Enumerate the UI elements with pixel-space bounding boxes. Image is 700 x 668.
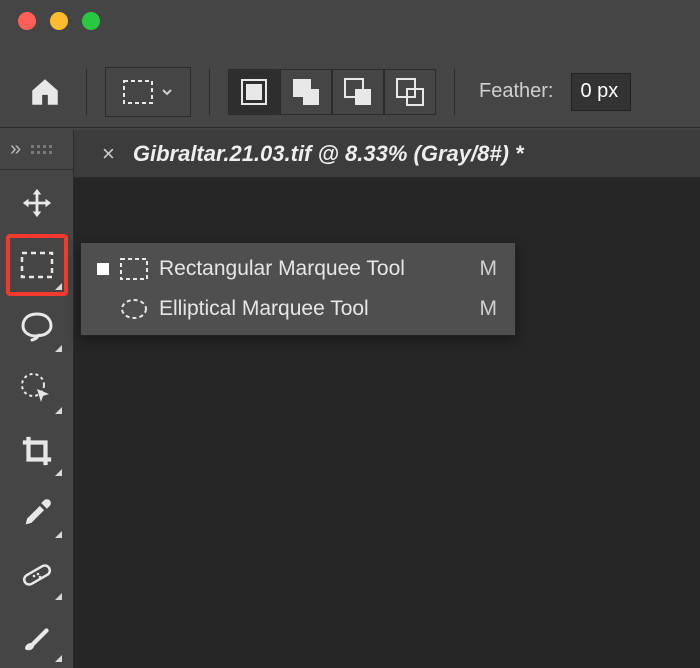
- flyout-indicator-icon: [55, 345, 62, 352]
- flyout-item-shortcut: M: [477, 257, 497, 281]
- dashed-rect-icon: [20, 251, 54, 279]
- active-indicator-icon: [97, 263, 109, 275]
- feather-value: 0 px: [580, 80, 618, 103]
- feather-input[interactable]: 0 px: [571, 73, 631, 111]
- flyout-indicator-icon: [55, 469, 62, 476]
- chevron-down-icon: [161, 86, 173, 98]
- eyedropper-icon: [20, 496, 54, 530]
- home-icon: [28, 75, 62, 109]
- flyout-indicator-icon: [55, 655, 62, 662]
- brush-icon: [19, 619, 55, 655]
- dashed-rect-icon: [123, 80, 153, 104]
- zoom-window-button[interactable]: [82, 12, 100, 30]
- window-controls: [18, 12, 100, 30]
- eyedropper-tool[interactable]: [8, 484, 66, 542]
- selection-intersect[interactable]: [384, 69, 436, 115]
- flyout-indicator-icon: [55, 531, 62, 538]
- bandage-icon: [19, 557, 55, 593]
- divider: [86, 69, 87, 115]
- tool-preset-dropdown[interactable]: [105, 67, 191, 117]
- drag-grip-icon: [31, 145, 57, 154]
- crop-tool[interactable]: [8, 422, 66, 480]
- lasso-icon: [19, 310, 55, 344]
- lasso-tool[interactable]: [8, 298, 66, 356]
- quickselect-icon: [19, 371, 55, 407]
- dashed-rect-icon: [119, 258, 149, 280]
- two-squares-intersect-icon: [395, 77, 425, 107]
- close-window-button[interactable]: [18, 12, 36, 30]
- selection-mode-group: [228, 69, 436, 115]
- marquee-flyout-menu: Rectangular Marquee Tool M Elliptical Ma…: [80, 242, 516, 336]
- flyout-indicator-icon: [55, 593, 62, 600]
- dashed-ellipse-icon: [119, 298, 149, 320]
- flyout-item-label: Elliptical Marquee Tool: [159, 297, 467, 321]
- minimize-window-button[interactable]: [50, 12, 68, 30]
- divider: [454, 69, 455, 115]
- flyout-indicator-icon: [55, 407, 62, 414]
- selection-add[interactable]: [280, 69, 332, 115]
- flyout-item-shortcut: M: [477, 297, 497, 321]
- crop-icon: [20, 434, 54, 468]
- brush-tool[interactable]: [8, 608, 66, 666]
- expand-arrows-icon: »: [10, 138, 21, 161]
- document-title: Gibraltar.21.03.tif @ 8.33% (Gray/8#) *: [133, 141, 524, 167]
- divider: [209, 69, 210, 115]
- marquee-tool[interactable]: [8, 236, 66, 294]
- selection-new[interactable]: [228, 69, 280, 115]
- two-squares-sub-icon: [343, 77, 373, 107]
- move-tool[interactable]: [8, 174, 66, 232]
- document-tab[interactable]: × Gibraltar.21.03.tif @ 8.33% (Gray/8#) …: [74, 130, 700, 178]
- flyout-indicator-icon: [55, 283, 62, 290]
- feather-label: Feather:: [479, 80, 553, 103]
- active-indicator-icon: [97, 303, 109, 315]
- flyout-item-elliptical-marquee[interactable]: Elliptical Marquee Tool M: [81, 289, 515, 329]
- two-squares-add-icon: [291, 77, 321, 107]
- close-tab-button[interactable]: ×: [102, 141, 115, 167]
- tools-panel-header[interactable]: »: [0, 130, 73, 170]
- square-filled-icon: [240, 78, 268, 106]
- home-button[interactable]: [22, 69, 68, 115]
- flyout-item-rectangular-marquee[interactable]: Rectangular Marquee Tool M: [81, 249, 515, 289]
- options-bar: Feather: 0 px: [0, 56, 700, 128]
- spot-heal-tool[interactable]: [8, 546, 66, 604]
- tools-panel: »: [0, 130, 74, 668]
- quick-select-tool[interactable]: [8, 360, 66, 418]
- move-icon: [20, 186, 54, 220]
- selection-subtract[interactable]: [332, 69, 384, 115]
- flyout-item-label: Rectangular Marquee Tool: [159, 257, 467, 281]
